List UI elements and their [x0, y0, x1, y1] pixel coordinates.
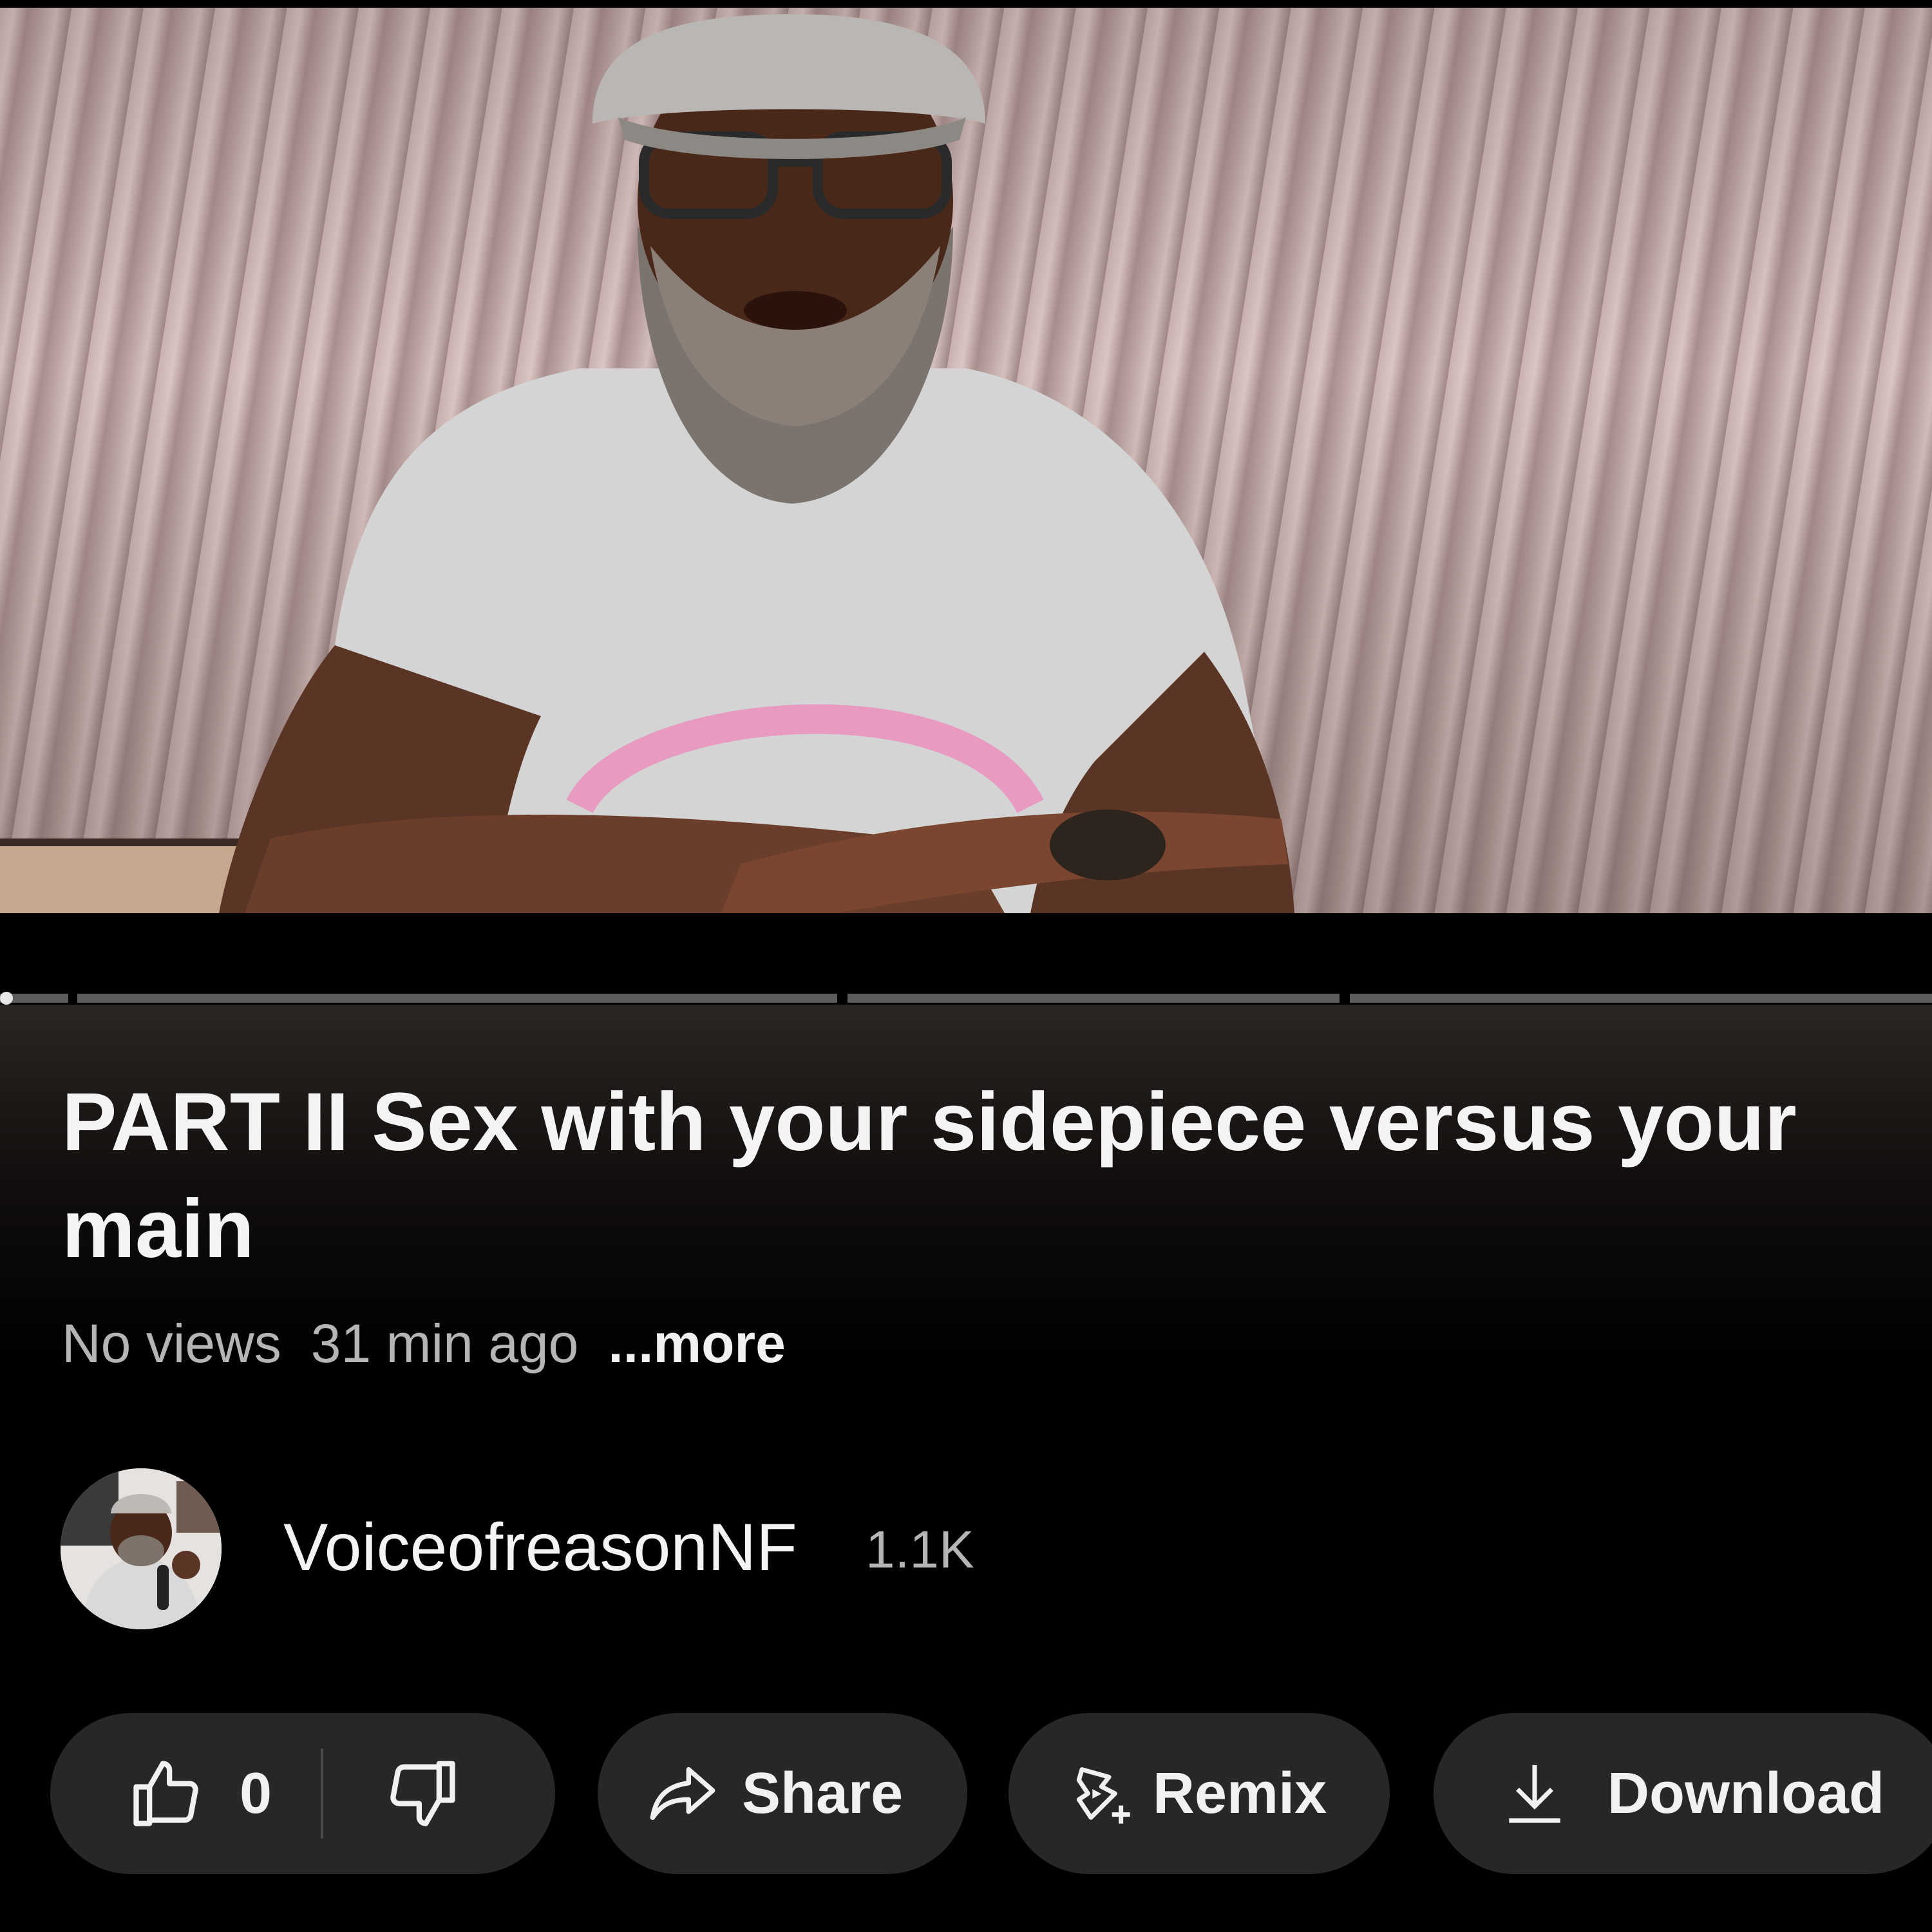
- video-info-panel: PART II Sex with your sidepiece versus y…: [0, 1005, 1932, 1932]
- like-button[interactable]: 0: [126, 1754, 272, 1833]
- channel-name[interactable]: VoiceofreasonNF: [283, 1510, 797, 1586]
- download-label: Download: [1607, 1761, 1884, 1826]
- youtube-watch-page: PART II Sex with your sidepiece versus y…: [0, 0, 1932, 1932]
- video-title[interactable]: PART II Sex with your sidepiece versus y…: [62, 1069, 1904, 1283]
- progress-scrubber[interactable]: [0, 992, 13, 1005]
- channel-avatar[interactable]: [61, 1468, 222, 1629]
- share-label: Share: [742, 1761, 904, 1826]
- download-button[interactable]: Download: [1434, 1713, 1932, 1874]
- thumbs-up-icon: [133, 1761, 198, 1826]
- dislike-button[interactable]: [383, 1754, 462, 1833]
- thumbs-down-icon: [390, 1761, 455, 1826]
- chapter-segment[interactable]: [77, 994, 837, 1003]
- like-count: 0: [240, 1761, 272, 1826]
- download-icon: [1509, 1765, 1560, 1823]
- more-description-link[interactable]: ...more: [608, 1313, 785, 1374]
- video-player[interactable]: [0, 0, 1932, 1005]
- remix-label: Remix: [1153, 1761, 1327, 1826]
- remix-button[interactable]: Remix: [1009, 1713, 1390, 1874]
- like-divider: [321, 1748, 324, 1839]
- remix-icon: [1076, 1767, 1130, 1824]
- like-dislike-pill: 0: [50, 1713, 555, 1874]
- action-bar: 0 Share Remix Download: [0, 1713, 1932, 1874]
- share-arrow-icon: [650, 1766, 715, 1821]
- chapter-segment[interactable]: [848, 994, 1340, 1003]
- share-button[interactable]: Share: [598, 1713, 967, 1874]
- view-count: No views: [62, 1313, 281, 1374]
- subscriber-count: 1.1K: [866, 1520, 974, 1579]
- video-person-illustration: [219, 14, 1294, 913]
- avatar-image: [61, 1468, 222, 1629]
- chapter-segment[interactable]: [1350, 994, 1932, 1003]
- video-progress-bar[interactable]: [0, 992, 1932, 1005]
- video-frame[interactable]: [0, 8, 1932, 913]
- channel-row[interactable]: VoiceofreasonNF 1.1K: [61, 1468, 1349, 1629]
- upload-age: 31 min ago: [310, 1313, 579, 1374]
- video-metadata[interactable]: No views 31 min ago ...more: [62, 1312, 786, 1375]
